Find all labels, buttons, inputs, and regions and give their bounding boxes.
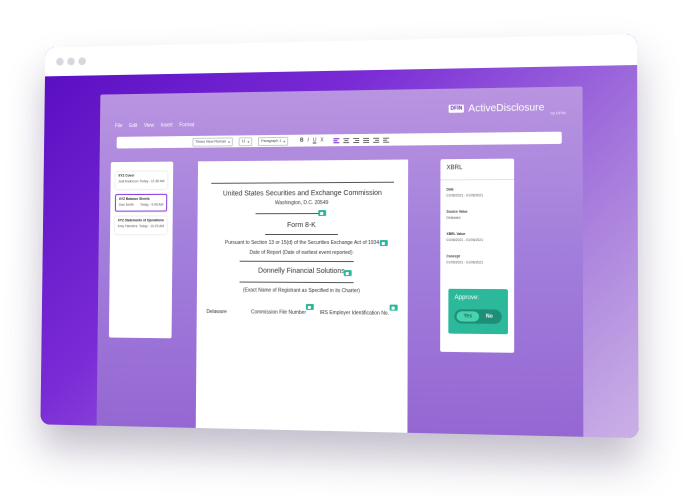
xbrl-field-label: XBRL Value <box>446 231 466 237</box>
italic-button[interactable]: I <box>307 138 308 144</box>
paragraph-style-select[interactable]: Paragraph 1 ▾ <box>258 136 289 146</box>
align-center-icon[interactable] <box>343 137 350 143</box>
doc-state: Delaware <box>206 309 227 316</box>
menu-item-file[interactable]: File <box>115 123 123 129</box>
brand-sub: by DFIN <box>550 110 566 116</box>
section-card[interactable]: XYZ Statements of Operations Amy Flander… <box>114 216 167 235</box>
xbrl-field-label: Source Value <box>446 209 468 214</box>
underline-button[interactable]: U <box>313 137 317 143</box>
format-toolbar: Times New Roman ▾ 11 ▾ Paragraph 1 ▾ B I <box>116 131 562 149</box>
doc-exact-name: (Exact Name of Registrant as Specified i… <box>242 287 360 295</box>
browser-window: DFIN ActiveDisclosure by DFIN File Edit … <box>40 34 639 439</box>
section-card-title: XYZ Cover <box>118 173 135 178</box>
align-right-icon[interactable] <box>353 137 360 143</box>
menu-item-format[interactable]: Format <box>179 122 194 128</box>
section-card-time: Today - 9:45 AM <box>140 202 164 207</box>
xbrl-title: XBRL <box>446 165 463 172</box>
approve-title: Approve: <box>454 294 480 302</box>
doc-rule <box>239 260 354 263</box>
xbrl-field-value: 01/06/2021 - 01/06/2021 <box>446 260 484 265</box>
activedisclosure-app: DFIN ActiveDisclosure by DFIN File Edit … <box>96 86 584 439</box>
doc-company: Donnelly Financial Solutions <box>258 267 345 276</box>
menu-item-insert[interactable]: Insert <box>161 123 173 129</box>
doc-pursuant: Pursuant to Section 13 or 15(d) of the S… <box>224 239 380 247</box>
section-card-title: XYZ Balance Sheets <box>118 196 150 201</box>
approve-toggle[interactable]: Yes No <box>454 309 502 324</box>
doc-rule <box>239 281 354 284</box>
doc-rule <box>255 213 319 215</box>
xbrl-field-date: Date 01/06/2021 - 01/06/2021 <box>446 187 483 197</box>
font-size-select[interactable]: 11 ▾ <box>238 136 253 146</box>
menu-bar: File Edit View Insert Format <box>115 122 194 129</box>
outdent-icon[interactable] <box>383 137 390 143</box>
doc-form: Form 8-K <box>287 222 316 230</box>
section-card-time: Today - 11:36 AM <box>139 179 165 184</box>
section-card-selected[interactable]: XYZ Balance Sheets Dan Smith Today - 9:4… <box>114 193 168 212</box>
chevron-down-icon: ▾ <box>283 138 286 144</box>
menu-item-view[interactable]: View <box>144 123 154 129</box>
window-dot-icon[interactable] <box>67 57 75 66</box>
section-panel: XYZ Cover Jodi Anderson Today - 11:36 AM… <box>108 161 174 339</box>
xbrl-field-label: Concept <box>446 254 460 259</box>
background-gradient: DFIN ActiveDisclosure by DFIN File Edit … <box>40 64 639 439</box>
doc-rule <box>265 233 338 235</box>
chevron-down-icon: ▾ <box>228 138 231 144</box>
section-card-author: Dan Smith <box>118 202 134 207</box>
xbrl-tag-icon[interactable] <box>379 240 388 247</box>
doc-header: United States Securities and Exchange Co… <box>222 189 382 198</box>
approve-no-option[interactable]: No <box>481 311 497 321</box>
xbrl-field-concept: Concept 01/06/2021 - 01/06/2021 <box>446 254 483 264</box>
doc-commission: Commission File Number <box>250 309 307 316</box>
bold-button[interactable]: B <box>300 138 304 144</box>
align-justify-icon[interactable] <box>363 137 370 143</box>
brand-name: ActiveDisclosure <box>468 101 545 115</box>
clear-format-button[interactable]: X <box>320 137 323 143</box>
font-size-value: 11 <box>241 139 246 144</box>
section-card-author: Jodi Anderson <box>118 179 139 184</box>
indent-icon[interactable] <box>373 137 380 143</box>
doc-irs: IRS Employer Identification No. <box>319 310 390 317</box>
xbrl-tag-icon[interactable] <box>318 210 327 217</box>
align-left-icon[interactable] <box>333 137 340 143</box>
xbrl-field-label: Date <box>446 187 454 192</box>
text-style-group: B I U X <box>300 137 324 143</box>
brand-prefix: DFIN <box>448 104 465 113</box>
window-dot-icon[interactable] <box>56 57 64 66</box>
xbrl-tag-icon[interactable] <box>389 304 398 311</box>
brand-logo: DFIN ActiveDisclosure by DFIN <box>448 99 566 117</box>
document-page[interactable]: United States Securities and Exchange Co… <box>195 159 409 438</box>
section-card-title: XYZ Statements of Operations <box>117 218 164 223</box>
font-family-value: Times New Roman <box>195 139 227 144</box>
doc-rule <box>211 181 395 184</box>
paragraph-style-value: Paragraph 1 <box>261 138 282 144</box>
approve-box: Approve: Yes No <box>448 288 508 335</box>
window-dot-icon[interactable] <box>78 57 86 66</box>
xbrl-tag-icon[interactable] <box>305 303 314 310</box>
section-card-author: Amy Flanders <box>117 224 138 229</box>
xbrl-field-value: 01/06/2021 - 01/06/2021 <box>446 238 484 243</box>
section-card[interactable]: XYZ Cover Jodi Anderson Today - 11:36 AM <box>115 171 168 190</box>
xbrl-tag-icon[interactable] <box>343 270 352 277</box>
font-family-select[interactable]: Times New Roman ▾ <box>192 136 234 147</box>
hero-scene: DFIN ActiveDisclosure by DFIN File Edit … <box>0 0 694 496</box>
xbrl-field-source: Source Value Delaware <box>446 210 467 220</box>
chevron-down-icon: ▾ <box>247 138 250 144</box>
approve-yes-option[interactable]: Yes <box>456 311 480 322</box>
doc-date-report: Date of Report (Date of earliest event r… <box>249 249 354 257</box>
xbrl-field-xbrl-value: XBRL Value 01/06/2021 - 01/06/2021 <box>446 232 483 242</box>
menu-item-edit[interactable]: Edit <box>129 123 137 129</box>
alignment-group <box>333 137 390 143</box>
xbrl-field-value: 01/06/2021 - 01/06/2021 <box>446 193 484 198</box>
xbrl-field-value: Delaware <box>446 215 461 220</box>
section-card-time: Today - 10:23 AM <box>138 224 165 229</box>
xbrl-divider <box>440 178 515 181</box>
doc-location: Washington, D.C. 20549 <box>274 200 329 207</box>
